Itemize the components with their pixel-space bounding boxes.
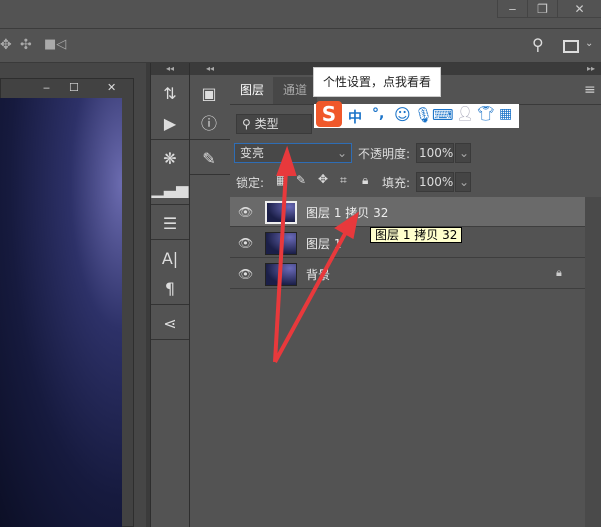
annotation-arrows xyxy=(273,145,359,363)
arrow-to-blend-mode xyxy=(273,169,288,363)
arrow-to-layer xyxy=(273,231,348,363)
arrow-head xyxy=(276,145,297,176)
arrow-head xyxy=(334,211,359,240)
